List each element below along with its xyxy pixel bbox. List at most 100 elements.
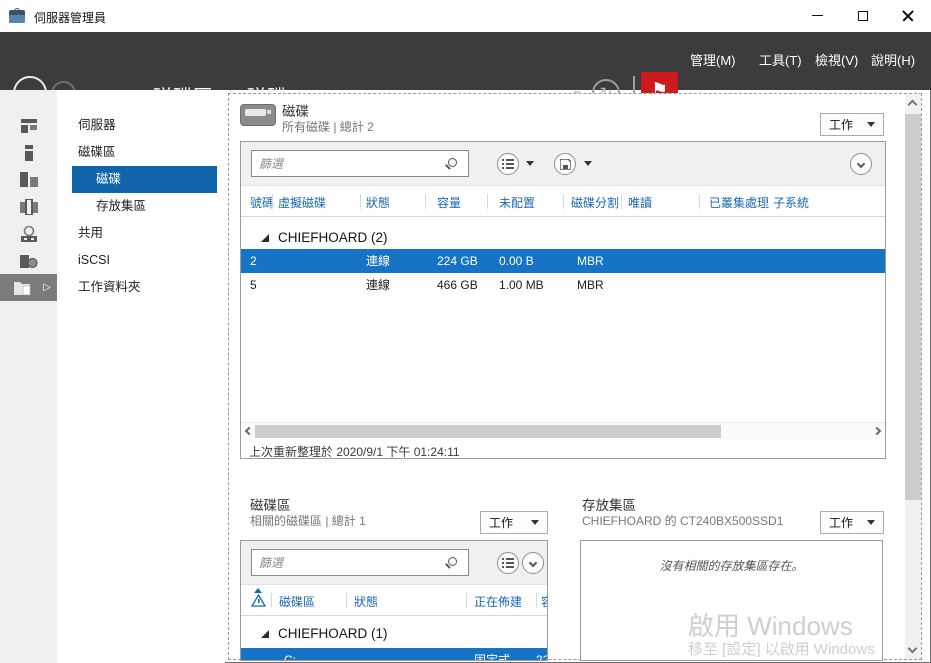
expand-pane-icon[interactable]: ▷: [43, 282, 51, 293]
col-provisioning[interactable]: 正在佈建: [474, 593, 522, 610]
maximize-button[interactable]: [840, 0, 885, 31]
cell-partition: MBR: [577, 278, 604, 292]
file-storage-services-icon[interactable]: [0, 193, 57, 220]
chevron-down-icon: [856, 159, 866, 169]
search-icon: [448, 158, 457, 167]
cell-capacity: 466 GB: [437, 278, 478, 292]
chevron-down-icon: [528, 558, 538, 568]
col-partition[interactable]: 磁碟分割: [571, 194, 619, 211]
alert-column-header[interactable]: [250, 588, 267, 610]
volumes-panel-title: 磁碟區: [250, 498, 291, 513]
menu-help[interactable]: 說明(H): [871, 32, 915, 90]
volumes-panel: 磁碟區 狀態 正在佈建 容量 CHIEFHOARD (1) C: 固定式 22: [240, 540, 548, 661]
cell-number: 2: [250, 254, 257, 268]
dashboard-icon[interactable]: [0, 112, 57, 139]
col-capacity[interactable]: 容量: [437, 194, 461, 211]
col-status[interactable]: 狀態: [366, 194, 390, 211]
window-title: 伺服器管理員: [34, 11, 107, 25]
storage-pool-tasks-button[interactable]: 工作: [820, 511, 884, 534]
scrollbar-thumb[interactable]: [255, 425, 721, 438]
warning-triangle-icon: [250, 593, 267, 607]
disk-row-2[interactable]: 2 連線 224 GB 0.00 B MBR: [241, 249, 885, 273]
iscsi-icon[interactable]: [0, 247, 57, 274]
chevron-down-icon: [531, 520, 539, 525]
disk-row-5[interactable]: 5 連線 466 GB 1.00 MB MBR: [241, 273, 885, 297]
chevron-down-icon: [867, 122, 875, 127]
menu-tools[interactable]: 工具(T): [759, 32, 802, 90]
title-bar: 伺服器管理員: [0, 0, 931, 32]
tasks-label: 工作: [489, 516, 514, 530]
collapse-group-icon[interactable]: [261, 234, 269, 242]
disks-filter-input[interactable]: [251, 150, 469, 177]
filter-criteria-button[interactable]: [497, 153, 519, 175]
filter-criteria-button[interactable]: [497, 552, 519, 574]
close-button[interactable]: [885, 0, 930, 31]
sidebar-item-volumes[interactable]: 磁碟區: [72, 139, 217, 166]
all-servers-icon[interactable]: [0, 166, 57, 193]
cell-capacity: 22: [536, 653, 547, 661]
menu-manage[interactable]: 管理(M): [690, 32, 736, 90]
volumes-filter-input[interactable]: [251, 549, 469, 576]
col-virtual-disk[interactable]: 虛擬磁碟: [278, 194, 326, 211]
sidebar-item-shares[interactable]: 共用: [72, 220, 217, 247]
collapse-group-icon[interactable]: [261, 630, 269, 638]
last-refresh-status: 上次重新整理於 2020/9/1 下午 01:24:11: [249, 445, 460, 459]
scroll-left-icon[interactable]: [244, 426, 254, 436]
volume-row-c[interactable]: C: 固定式 22: [241, 648, 547, 661]
disk-icon: [240, 104, 276, 126]
col-readonly[interactable]: 唯讀: [628, 194, 652, 211]
col-number[interactable]: 號碼: [250, 194, 274, 211]
sidebar-item-servers[interactable]: 伺服器: [72, 112, 217, 139]
server-manager-icon: [9, 8, 27, 24]
col-unallocated[interactable]: 未配置: [499, 194, 535, 211]
minimize-button[interactable]: [795, 0, 840, 31]
volumes-panel-subtitle: 相關的磁碟區 | 總計 1: [250, 514, 366, 528]
navigation-bar: ← → ‹‹ 磁碟區 › 磁碟 ↻ ⚑ 管理(M) 工具(T) 檢視(V) 說明…: [0, 32, 931, 116]
volumes-table-header: 磁碟區 狀態 正在佈建 容量: [241, 586, 547, 616]
scroll-right-icon[interactable]: [872, 426, 882, 436]
disks-group-row[interactable]: CHIEFHOARD (2): [261, 230, 388, 245]
sidebar-item-work-folders[interactable]: 工作資料夾: [72, 274, 217, 301]
chevron-down-icon: [526, 161, 534, 166]
col-volume[interactable]: 磁碟區: [279, 593, 315, 610]
col-clustered[interactable]: 已叢集處理: [709, 194, 769, 211]
shares-icon[interactable]: [0, 220, 57, 247]
scroll-up-icon[interactable]: [907, 99, 918, 110]
nav-icon-strip: ▷: [0, 90, 57, 663]
save-icon: [559, 158, 571, 170]
chevron-down-icon: [867, 520, 875, 525]
save-query-dropdown[interactable]: [584, 161, 592, 166]
col-subsystem[interactable]: 子系統: [773, 194, 809, 211]
cell-number: 5: [250, 278, 257, 292]
volumes-group-row[interactable]: CHIEFHOARD (1): [261, 626, 388, 641]
empty-message: 沒有相關的存放集區存在。: [659, 559, 804, 573]
minimize-icon: [812, 14, 823, 17]
disks-tasks-button[interactable]: 工作: [820, 113, 884, 136]
group-label: CHIEFHOARD (1): [278, 626, 388, 641]
sidebar: 伺服器 磁碟區 磁碟 存放集區 共用 iSCSI 工作資料夾: [57, 90, 225, 663]
scrollbar-thumb[interactable]: [905, 114, 921, 500]
save-query-button[interactable]: [554, 153, 576, 175]
cell-unallocated: 1.00 MB: [499, 278, 544, 292]
collapse-panel-button[interactable]: [522, 552, 544, 574]
scroll-down-icon[interactable]: [907, 643, 918, 654]
col-capacity[interactable]: 容量: [541, 593, 547, 610]
chevron-down-icon: [584, 161, 592, 166]
cell-status: 連線: [366, 278, 391, 292]
filter-criteria-dropdown[interactable]: [526, 161, 534, 166]
volumes-tasks-button[interactable]: 工作: [480, 511, 548, 534]
disks-panel: 號碼 虛擬磁碟 狀態 容量 未配置 磁碟分割 唯讀 已叢集處理 子系統 CHIE…: [240, 141, 886, 459]
disks-table-header: 號碼 虛擬磁碟 狀態 容量 未配置 磁碟分割 唯讀 已叢集處理 子系統: [241, 187, 885, 217]
sidebar-item-disks[interactable]: 磁碟: [72, 166, 217, 193]
sidebar-item-iscsi[interactable]: iSCSI: [72, 247, 217, 274]
local-server-icon[interactable]: [0, 139, 57, 166]
work-folders-icon[interactable]: ▷: [0, 274, 57, 301]
cell-partition: MBR: [577, 254, 604, 268]
menu-view[interactable]: 檢視(V): [815, 32, 858, 90]
col-status[interactable]: 狀態: [354, 593, 378, 610]
vertical-scrollbar[interactable]: [905, 94, 921, 659]
horizontal-scrollbar[interactable]: [241, 422, 885, 439]
sidebar-item-storage-pools[interactable]: 存放集區: [72, 193, 217, 220]
cell-volume: C:: [284, 653, 296, 661]
collapse-panel-button[interactable]: [850, 153, 872, 175]
